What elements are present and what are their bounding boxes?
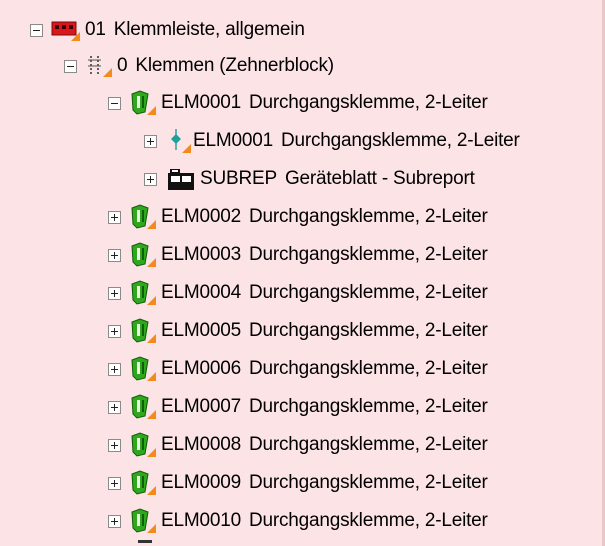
tree-node-terminal-8[interactable]: ELM0008 Durchgangsklemme, 2-Leiter [108, 426, 488, 464]
node-code: ELM0007 [161, 396, 241, 417]
expand-toggle[interactable] [108, 324, 121, 338]
tree-node-label: ELM0001 Durchgangsklemme, 2-Leiter [161, 92, 488, 114]
terminal-icon [129, 470, 157, 496]
terminal-icon [129, 356, 157, 382]
collapse-toggle[interactable] [30, 23, 43, 37]
terminal-icon [129, 508, 157, 534]
tree-node-terminal-6[interactable]: ELM0006 Durchgangsklemme, 2-Leiter [108, 350, 488, 388]
tree-node-label: ELM0002 Durchgangsklemme, 2-Leiter [161, 206, 488, 228]
terminal-icon [129, 280, 157, 306]
terminal-icon [129, 242, 157, 268]
expand-toggle[interactable] [108, 514, 121, 528]
tree-node-terminal-4[interactable]: ELM0004 Durchgangsklemme, 2-Leiter [108, 274, 488, 312]
node-text: Durchgangsklemme, 2-Leiter [248, 510, 488, 531]
tree-node-terminal-9[interactable]: ELM0009 Durchgangsklemme, 2-Leiter [108, 464, 488, 502]
expand-toggle[interactable] [108, 476, 121, 490]
node-code: ELM0001 [193, 130, 273, 151]
tree-node-label: ELM0007 Durchgangsklemme, 2-Leiter [161, 396, 488, 418]
subreport-icon [167, 167, 197, 191]
node-code: ELM0006 [161, 358, 241, 379]
tree-node-label: ELM0010 Durchgangsklemme, 2-Leiter [161, 510, 488, 532]
tree-node-terminal-1[interactable]: ELM0001 Durchgangsklemme, 2-Leiter [108, 84, 488, 122]
tree-node-label: ELM0009 Durchgangsklemme, 2-Leiter [161, 472, 488, 494]
node-text: Durchgangsklemme, 2-Leiter [248, 282, 488, 303]
tree-node-terminal-10[interactable]: ELM0010 Durchgangsklemme, 2-Leiter [108, 502, 488, 540]
tree-node-label: ELM0001 Durchgangsklemme, 2-Leiter [193, 130, 520, 152]
partial-next-row [138, 540, 152, 543]
node-text: Klemmleiste, allgemein [113, 19, 305, 40]
terminal-block-icon [85, 54, 113, 78]
terminal-icon [129, 318, 157, 344]
tree-node-subreport[interactable]: SUBREP Geräteblatt - Subreport [144, 160, 475, 198]
node-code: ELM0003 [161, 244, 241, 265]
tree-node-terminal-strip[interactable]: 01 Klemmleiste, allgemein [30, 11, 305, 49]
node-code: ELM0009 [161, 472, 241, 493]
collapse-toggle[interactable] [64, 59, 77, 73]
node-code: ELM0002 [161, 206, 241, 227]
tree-node-label: SUBREP Geräteblatt - Subreport [200, 168, 475, 190]
tree-node-label: ELM0005 Durchgangsklemme, 2-Leiter [161, 320, 488, 342]
node-code: 0 [117, 55, 128, 76]
expand-toggle[interactable] [144, 172, 157, 186]
terminal-icon [129, 90, 157, 116]
node-code: ELM0001 [161, 92, 241, 113]
expand-toggle[interactable] [108, 286, 121, 300]
node-code: ELM0010 [161, 510, 241, 531]
expand-toggle[interactable] [108, 438, 121, 452]
device-tree: 01 Klemmleiste, allgemein 0 Klemmen (Zehne… [0, 0, 605, 546]
node-code: ELM0005 [161, 320, 241, 341]
node-code: ELM0004 [161, 282, 241, 303]
tree-node-terminal-3[interactable]: ELM0003 Durchgangsklemme, 2-Leiter [108, 236, 488, 274]
node-text: Durchgangsklemme, 2-Leiter [248, 320, 488, 341]
node-text: Durchgangsklemme, 2-Leiter [248, 244, 488, 265]
tree-node-terminal-2[interactable]: ELM0002 Durchgangsklemme, 2-Leiter [108, 198, 488, 236]
tree-node-terminal-block[interactable]: 0 Klemmen (Zehnerblock) [64, 47, 334, 85]
collapse-toggle[interactable] [108, 96, 121, 110]
node-text: Durchgangsklemme, 2-Leiter [280, 130, 520, 151]
terminal-strip-icon [51, 18, 81, 42]
node-text: Durchgangsklemme, 2-Leiter [248, 396, 488, 417]
node-code: SUBREP [200, 168, 277, 189]
tree-node-terminal-7[interactable]: ELM0007 Durchgangsklemme, 2-Leiter [108, 388, 488, 426]
node-text: Durchgangsklemme, 2-Leiter [248, 206, 488, 227]
node-text: Geräteblatt - Subreport [284, 168, 475, 189]
node-text: Durchgangsklemme, 2-Leiter [248, 434, 488, 455]
terminal-icon [129, 204, 157, 230]
node-code: 01 [85, 19, 106, 40]
tree-node-label: ELM0006 Durchgangsklemme, 2-Leiter [161, 358, 488, 380]
node-text: Klemmen (Zehnerblock) [135, 55, 334, 76]
expand-toggle[interactable] [108, 400, 121, 414]
connection-point-icon [167, 128, 193, 154]
tree-node-label: ELM0008 Durchgangsklemme, 2-Leiter [161, 434, 488, 456]
terminal-icon [129, 432, 157, 458]
expand-toggle[interactable] [108, 248, 121, 262]
tree-node-label: 0 Klemmen (Zehnerblock) [117, 55, 334, 77]
terminal-icon [129, 394, 157, 420]
tree-node-label: 01 Klemmleiste, allgemein [85, 19, 305, 41]
expand-toggle[interactable] [108, 362, 121, 376]
tree-node-connection-point[interactable]: ELM0001 Durchgangsklemme, 2-Leiter [144, 122, 520, 160]
node-text: Durchgangsklemme, 2-Leiter [248, 358, 488, 379]
node-text: Durchgangsklemme, 2-Leiter [248, 472, 488, 493]
node-code: ELM0008 [161, 434, 241, 455]
expand-toggle[interactable] [108, 210, 121, 224]
node-text: Durchgangsklemme, 2-Leiter [248, 92, 488, 113]
expand-toggle[interactable] [144, 134, 157, 148]
tree-node-label: ELM0004 Durchgangsklemme, 2-Leiter [161, 282, 488, 304]
tree-node-terminal-5[interactable]: ELM0005 Durchgangsklemme, 2-Leiter [108, 312, 488, 350]
tree-node-label: ELM0003 Durchgangsklemme, 2-Leiter [161, 244, 488, 266]
